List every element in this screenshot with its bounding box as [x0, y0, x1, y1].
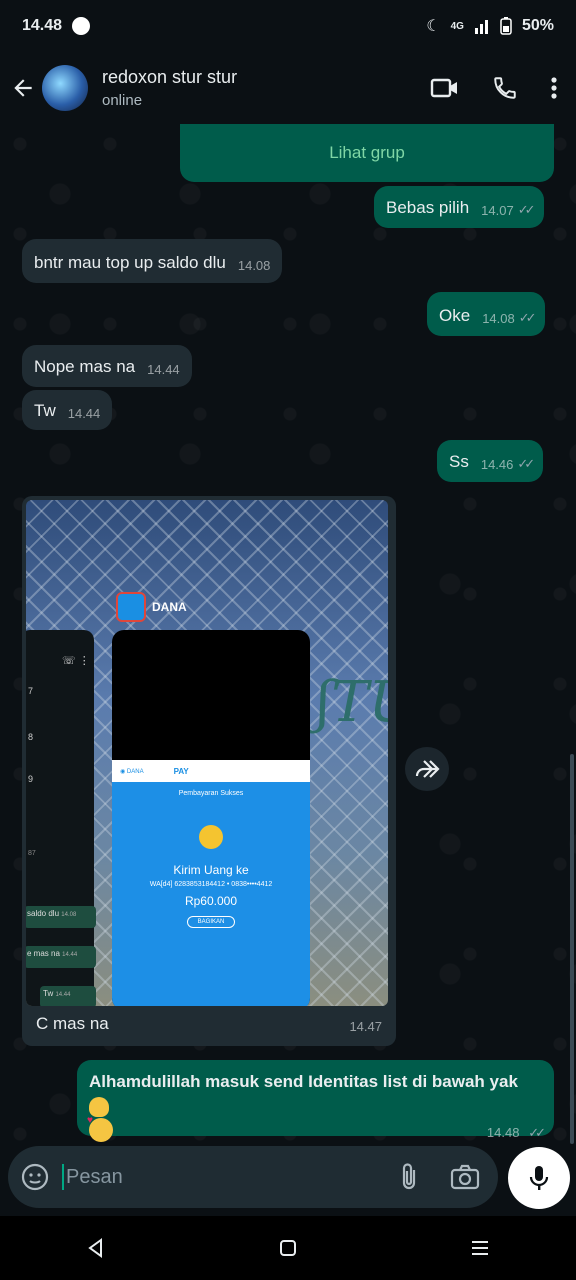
- chat-area[interactable]: Lihat grup Bebas pilih 14.07 ✓✓ bntr mau…: [0, 124, 576, 1144]
- success-coin-icon: [199, 825, 223, 849]
- view-group-link[interactable]: Lihat grup: [329, 143, 405, 163]
- contact-name: redoxon stur stur: [102, 67, 238, 87]
- read-ticks-icon: ✓✓: [528, 1125, 546, 1140]
- dana-app-card: ◉ DANA PAY Pembayaran Sukses Kirim Uang …: [112, 630, 310, 1006]
- smiling-hearts-icon: ♥: [87, 1115, 113, 1142]
- message-text: Ss: [449, 452, 469, 471]
- moon-icon: ☾: [426, 18, 441, 35]
- system-nav-bar: [0, 1216, 576, 1280]
- message-text: Oke: [439, 306, 471, 325]
- message-time: 14.46: [480, 457, 514, 472]
- sticker-icon[interactable]: [20, 1162, 50, 1192]
- dana-card-topbar: ◉ DANA PAY: [112, 760, 310, 782]
- image-caption: C mas na: [36, 1014, 109, 1033]
- message-incoming[interactable]: Nope mas na 14.44: [22, 345, 192, 387]
- attach-icon[interactable]: [398, 1162, 420, 1192]
- video-call-icon[interactable]: [430, 76, 460, 100]
- message-time: 14.07: [481, 203, 514, 218]
- image-message[interactable]: ʃTU ☏ ⋮ 7 8 9 87 saldo dlu 14.08 e mas n…: [22, 496, 396, 1046]
- image-attachment[interactable]: ʃTU ☏ ⋮ 7 8 9 87 saldo dlu 14.08 e mas n…: [26, 500, 388, 1006]
- recents-nav-icon[interactable]: [470, 1239, 490, 1257]
- forward-icon: [415, 760, 440, 778]
- dana-payment-panel: Pembayaran Sukses Kirim Uang ke WA[d4] 6…: [112, 782, 310, 1006]
- side-number: 9: [28, 774, 34, 784]
- recent-app-card: ☏ ⋮ 7 8 9 87 saldo dlu 14.08 e mas na 14…: [26, 630, 96, 1006]
- status-bar: 14.48 ☾ 4G 50%: [0, 0, 576, 52]
- voice-call-icon[interactable]: [492, 75, 518, 101]
- message-time: 14.48: [486, 1125, 520, 1140]
- message-time: 14.47: [349, 1019, 382, 1034]
- microphone-icon: [529, 1166, 549, 1190]
- message-text: Nope mas na: [34, 357, 136, 376]
- chat-header: redoxon stur stur online: [0, 52, 576, 124]
- side-number: 8: [28, 732, 34, 742]
- avatar[interactable]: [42, 65, 88, 111]
- battery-level: 50%: [521, 17, 554, 34]
- message-time: 14.44: [67, 406, 101, 421]
- clock: 14.48: [22, 17, 63, 34]
- text-cursor: [62, 1164, 64, 1190]
- camera-icon[interactable]: [450, 1164, 480, 1190]
- dana-protection-logo: ◉ DANA: [120, 768, 144, 775]
- contact-status: online: [102, 92, 143, 109]
- network-label: 4G: [450, 20, 464, 32]
- message-incoming[interactable]: bntr mau top up saldo dlu 14.08: [22, 239, 283, 283]
- message-outgoing[interactable]: Alhamdulillah masuk send Identitas list …: [77, 1060, 554, 1142]
- home-nav-icon[interactable]: [279, 1239, 297, 1257]
- message-text: Alhamdulillah masuk send Identitas list …: [89, 1072, 518, 1091]
- side-number: 87: [28, 850, 36, 857]
- side-number: 7: [28, 686, 34, 696]
- forward-button[interactable]: [405, 747, 449, 791]
- message-text: bntr mau top up saldo dlu: [34, 253, 226, 272]
- message-time: 14.08: [482, 311, 515, 326]
- message-time: 14.44: [147, 362, 180, 377]
- contact-info[interactable]: redoxon stur stur online: [102, 67, 430, 109]
- notification-icon: [72, 17, 91, 35]
- message-text: Bebas pilih: [386, 198, 470, 217]
- back-arrow-icon[interactable]: [10, 75, 36, 101]
- more-options-icon[interactable]: [550, 76, 558, 100]
- read-ticks-icon: ✓✓: [518, 310, 537, 325]
- message-incoming[interactable]: Tw 14.44: [22, 390, 113, 430]
- message-input[interactable]: Pesan: [66, 1166, 123, 1189]
- dana-app-label: DANA: [116, 592, 187, 622]
- read-ticks-icon: ✓✓: [517, 202, 536, 217]
- message-composer[interactable]: Pesan: [8, 1146, 498, 1208]
- voice-message-button[interactable]: [508, 1147, 570, 1209]
- dana-logo-icon: [116, 592, 146, 622]
- call-icon: ☏ ⋮: [62, 655, 90, 667]
- side-bubble: e mas na 14.44: [26, 946, 96, 968]
- message-time: 14.08: [237, 258, 271, 273]
- message-outgoing[interactable]: Bebas pilih 14.07 ✓✓: [374, 186, 544, 228]
- group-link-bubble[interactable]: Lihat grup: [180, 124, 554, 182]
- message-text: Tw: [34, 401, 56, 420]
- message-outgoing[interactable]: Oke 14.08 ✓✓: [427, 292, 545, 336]
- side-bubble: Tw 14.44: [40, 986, 96, 1006]
- back-nav-icon[interactable]: [86, 1238, 106, 1258]
- scrollbar[interactable]: [570, 754, 574, 1144]
- read-ticks-icon: ✓✓: [517, 456, 535, 471]
- photo-graffiti: ʃTU: [316, 670, 388, 735]
- waving-hand-icon: [89, 1096, 109, 1117]
- share-button: BAGIKAN: [186, 916, 236, 928]
- message-outgoing[interactable]: Ss 14.46 ✓✓: [437, 440, 544, 482]
- battery-icon: [500, 17, 512, 35]
- side-bubble: saldo dlu 14.08: [26, 906, 96, 928]
- signal-icon: [474, 20, 488, 34]
